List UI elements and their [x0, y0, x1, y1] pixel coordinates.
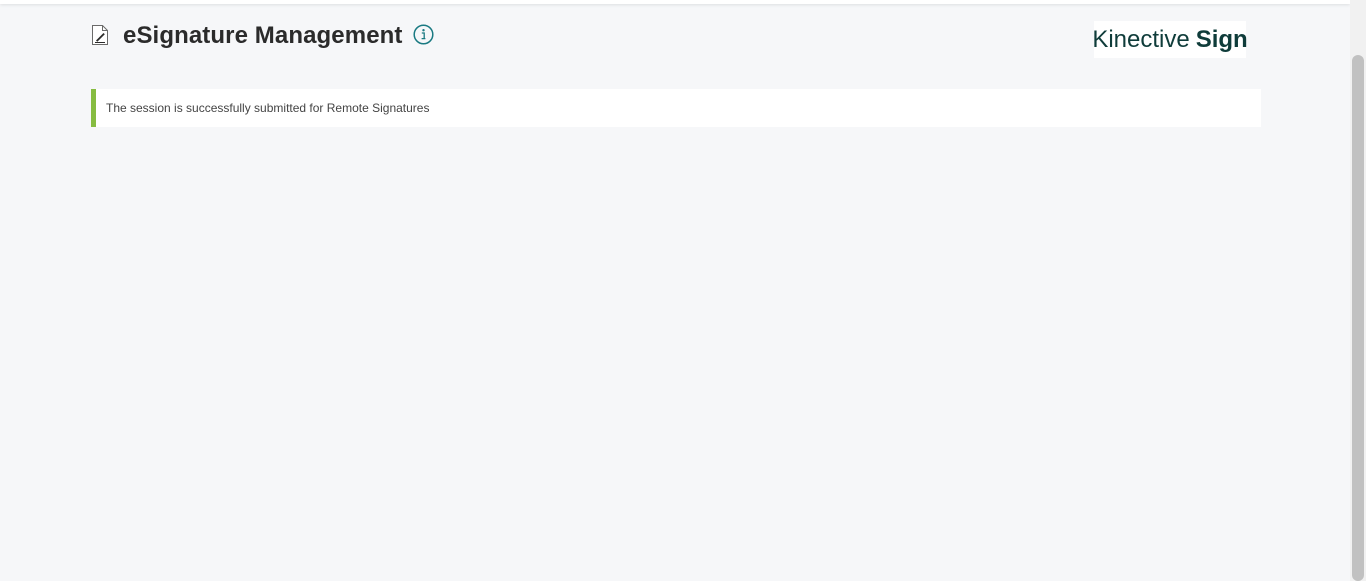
- brand-name-bold: Sign: [1195, 25, 1248, 53]
- success-alert: The session is successfully submitted fo…: [91, 89, 1261, 127]
- alert-message: The session is successfully submitted fo…: [106, 101, 430, 115]
- page-title: eSignature Management: [123, 21, 403, 49]
- document-edit-icon: [91, 24, 109, 46]
- scrollbar-thumb[interactable]: [1352, 55, 1364, 581]
- page-header: eSignature Management: [91, 22, 434, 52]
- brand-logo: Kinective Sign: [1092, 21, 1248, 58]
- brand-name-regular: Kinective: [1092, 25, 1190, 53]
- info-icon[interactable]: [412, 23, 434, 45]
- top-bar-edge: [0, 0, 1350, 4]
